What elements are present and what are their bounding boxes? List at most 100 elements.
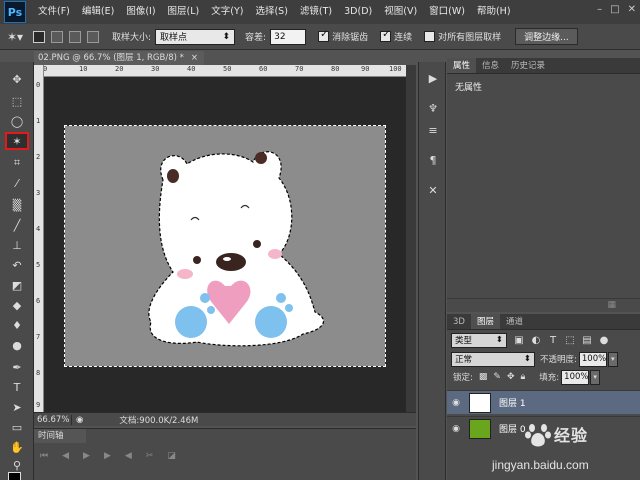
brush-tool-icon[interactable]: ╱ — [5, 216, 29, 234]
history-brush-tool-icon[interactable]: ↶ — [5, 256, 29, 274]
intersect-selection-mode-button[interactable] — [87, 30, 99, 43]
stamp-tool-icon[interactable]: ⊥ — [5, 236, 29, 254]
menu-edit[interactable]: 编辑(E) — [76, 0, 120, 24]
lock-all-icon[interactable]: 🔒︎ — [520, 372, 525, 382]
lock-position-icon[interactable]: ✥ — [507, 372, 515, 382]
audio-icon[interactable]: ◀ — [125, 451, 132, 461]
tab-properties[interactable]: 属性 — [447, 58, 477, 73]
canvas-vertical-scrollbar[interactable] — [406, 65, 416, 412]
fill-dropdown-icon[interactable]: ▾ — [590, 369, 601, 385]
tab-history[interactable]: 历史记录 — [505, 58, 551, 73]
foreground-color-swatch[interactable] — [8, 472, 21, 480]
menu-window[interactable]: 窗口(W) — [423, 0, 471, 24]
contiguous-checkbox[interactable] — [380, 29, 392, 42]
healing-brush-tool-icon[interactable]: ▒ — [5, 196, 29, 214]
chevron-down-icon: ⬍ — [523, 354, 531, 364]
menu-3d[interactable]: 3D(D) — [338, 0, 378, 24]
image-canvas[interactable] — [64, 125, 386, 367]
minimize-icon[interactable]: – — [597, 4, 602, 15]
play-action-icon[interactable]: ▶ — [425, 70, 441, 86]
status-menu-icon[interactable]: ◉ — [76, 415, 83, 425]
trash-icon[interactable]: ▦ — [607, 300, 616, 310]
move-tool-icon[interactable]: ✥ — [5, 70, 29, 88]
properties-body: 无属性 — [455, 83, 483, 93]
menu-layer[interactable]: 图层(L) — [162, 0, 206, 24]
brush-preset-icon[interactable]: ♆ — [425, 100, 441, 116]
canvas-area[interactable] — [44, 77, 406, 412]
fill-input[interactable]: 100% — [561, 369, 590, 385]
layer-kind-select[interactable]: 类型 ⬍ — [451, 332, 507, 348]
shape-tool-icon[interactable]: ▭ — [5, 418, 29, 436]
marquee-tool-icon[interactable]: ⬚ — [5, 92, 29, 110]
ruler-v-tick: 7 — [36, 333, 41, 341]
tab-info[interactable]: 信息 — [476, 58, 505, 73]
timeline-tab[interactable]: 时间轴 — [34, 429, 86, 443]
refine-edge-button[interactable]: 调整边缘... — [515, 28, 578, 45]
tolerance-input[interactable]: 32 — [270, 28, 307, 45]
layer-kind-value: 类型 — [455, 336, 473, 346]
menu-type[interactable]: 文字(Y) — [205, 0, 249, 24]
subtract-selection-mode-button[interactable] — [69, 30, 81, 43]
paragraph-icon[interactable]: ¶ — [425, 152, 441, 168]
first-frame-icon[interactable]: ⏮ — [40, 451, 48, 461]
crop-tool-icon[interactable]: ⌗ — [5, 154, 29, 172]
character-icon[interactable]: ≡ — [425, 122, 441, 138]
lock-transparent-icon[interactable]: ▩ — [479, 372, 488, 382]
dodge-tool-icon[interactable]: ● — [5, 336, 29, 354]
lock-label: 锁定: — [453, 373, 473, 383]
tab-channels[interactable]: 通道 — [500, 314, 529, 329]
menu-file[interactable]: 文件(F) — [32, 0, 76, 24]
ruler-v-tick: 4 — [36, 225, 41, 233]
blend-mode-select[interactable]: 正常 ⬍ — [451, 351, 535, 367]
menu-filter[interactable]: 滤镜(T) — [294, 0, 338, 24]
eye-icon[interactable]: ◉ — [447, 398, 465, 408]
magic-wand-tool-icon[interactable]: ✶ — [5, 132, 29, 150]
zoom-level[interactable]: 66.67% — [34, 414, 72, 425]
hand-tool-icon[interactable]: ✋ — [5, 438, 29, 456]
layer-item-1[interactable]: ◉ 图层 1 — [447, 390, 640, 414]
sample-size-select[interactable]: 取样点 ⬍ — [155, 28, 236, 45]
type-tool-icon[interactable]: T — [5, 378, 29, 396]
all-layers-checkbox[interactable] — [424, 31, 436, 42]
adjustment-filter-icon[interactable]: ◐ — [531, 335, 541, 346]
menu-help[interactable]: 帮助(H) — [471, 0, 517, 24]
layers-tabs: 3D 图层 通道 — [447, 314, 640, 330]
opacity-input[interactable]: 100% — [578, 351, 607, 367]
type-filter-icon[interactable]: T — [548, 335, 558, 346]
new-selection-mode-button[interactable] — [33, 30, 45, 43]
opacity-dropdown-icon[interactable]: ▾ — [607, 351, 618, 367]
previous-frame-icon[interactable]: ◀ — [62, 451, 69, 461]
lasso-tool-icon[interactable]: ◯ — [5, 112, 29, 130]
tab-layers[interactable]: 图层 — [470, 314, 500, 329]
antialias-checkbox[interactable] — [318, 29, 330, 42]
close-document-icon[interactable]: × — [191, 51, 198, 65]
pixel-filter-icon[interactable]: ▣ — [514, 335, 524, 346]
menu-select[interactable]: 选择(S) — [249, 0, 293, 24]
blur-tool-icon[interactable]: ♦ — [5, 316, 29, 334]
magic-wand-preset-icon[interactable]: ✶▾ — [0, 30, 30, 44]
eye-icon[interactable]: ◉ — [447, 424, 465, 434]
pen-tool-icon[interactable]: ✒ — [5, 358, 29, 376]
paint-bucket-tool-icon[interactable]: ◆ — [5, 296, 29, 314]
maximize-icon[interactable]: □ — [610, 4, 619, 15]
ruler-v-tick: 8 — [36, 369, 41, 377]
menu-view[interactable]: 视图(V) — [378, 0, 423, 24]
lock-image-icon[interactable]: ✎ — [493, 372, 501, 382]
close-icon[interactable]: ✕ — [628, 4, 636, 15]
play-icon[interactable]: ▶ — [83, 451, 90, 461]
transition-icon[interactable]: ◪ — [167, 451, 176, 461]
next-frame-icon[interactable]: ▶ — [104, 451, 111, 461]
add-selection-mode-button[interactable] — [51, 30, 63, 43]
tool-preset-icon[interactable]: ✕ — [425, 182, 441, 198]
smart-object-filter-icon[interactable]: ▤ — [582, 335, 592, 346]
path-selection-tool-icon[interactable]: ➤ — [5, 398, 29, 416]
shape-filter-icon[interactable]: ⬚ — [565, 335, 575, 346]
menu-image[interactable]: 图像(I) — [120, 0, 161, 24]
filter-toggle-icon[interactable]: ● — [599, 335, 609, 346]
eyedropper-tool-icon[interactable]: ⁄ — [5, 174, 29, 192]
document-tab[interactable]: 02.PNG @ 66.7% (图层 1, RGB/8) * × — [34, 51, 204, 65]
eraser-tool-icon[interactable]: ◩ — [5, 276, 29, 294]
tab-3d[interactable]: 3D — [447, 314, 471, 329]
contiguous-label: 连续 — [394, 33, 413, 43]
scissors-icon[interactable]: ✂ — [146, 451, 154, 461]
